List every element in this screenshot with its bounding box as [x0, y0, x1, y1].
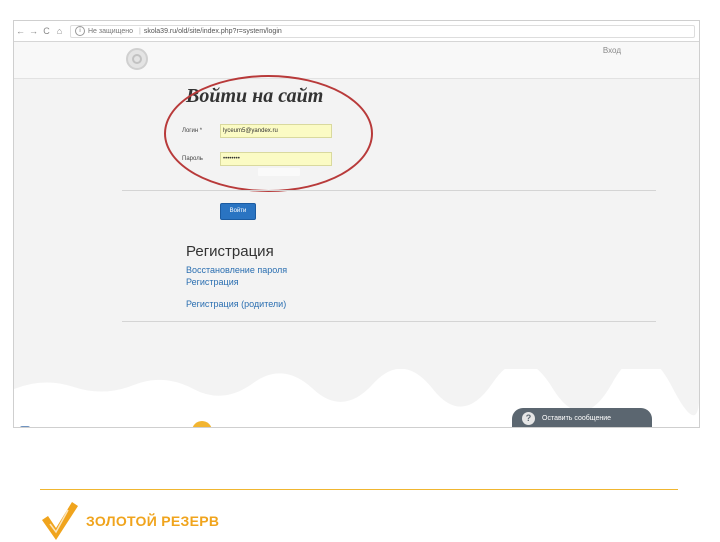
registration-heading: Регистрация [186, 243, 274, 260]
header-login-link[interactable]: Вход [603, 46, 621, 55]
question-icon: ? [522, 412, 535, 425]
password-label: Пароль [182, 156, 203, 162]
login-label: Логин * [182, 128, 203, 134]
reload-icon[interactable]: C [40, 26, 53, 36]
url-text[interactable]: skola39.ru/old/site/index.php?r=system/l… [144, 28, 282, 35]
password-recovery-link[interactable]: Восстановление пароля [186, 265, 287, 275]
hint-box [258, 168, 300, 176]
login-input[interactable]: lyceum5@yandex.ru [220, 124, 332, 138]
registration-parents-link[interactable]: Регистрация (родители) [186, 299, 286, 309]
security-label: Не защищено [88, 27, 133, 35]
forward-icon[interactable]: → [27, 26, 40, 36]
browser-toolbar: ← → C ⌂ i Не защищено | skola39.ru/old/s… [14, 21, 699, 42]
password-input[interactable]: •••••••• [220, 152, 332, 166]
footer-line [40, 489, 678, 490]
url-separator: | [139, 27, 141, 35]
home-icon[interactable]: ⌂ [53, 26, 66, 36]
address-bar[interactable]: i Не защищено | skola39.ru/old/site/inde… [70, 24, 695, 38]
footer-mark [20, 426, 30, 427]
leave-message-label: Оставить сообщение [542, 415, 612, 422]
footer-brand: ЗОЛОТОЙ РЕЗЕРВ [86, 513, 220, 529]
login-title: Войти на сайт [186, 85, 324, 107]
checkmark-logo-icon [42, 502, 78, 540]
form-divider [122, 190, 656, 191]
leave-message-button[interactable]: ? Оставить сообщение [512, 408, 652, 427]
links-divider [122, 321, 656, 322]
site-logo-icon[interactable] [126, 48, 148, 70]
info-icon[interactable]: i [75, 26, 85, 36]
back-icon[interactable]: ← [14, 26, 27, 36]
registration-link[interactable]: Регистрация [186, 277, 239, 287]
browser-screenshot: ← → C ⌂ i Не защищено | skola39.ru/old/s… [13, 20, 700, 428]
site-header: Вход [14, 42, 699, 79]
login-submit-button[interactable]: Войти [220, 203, 256, 220]
